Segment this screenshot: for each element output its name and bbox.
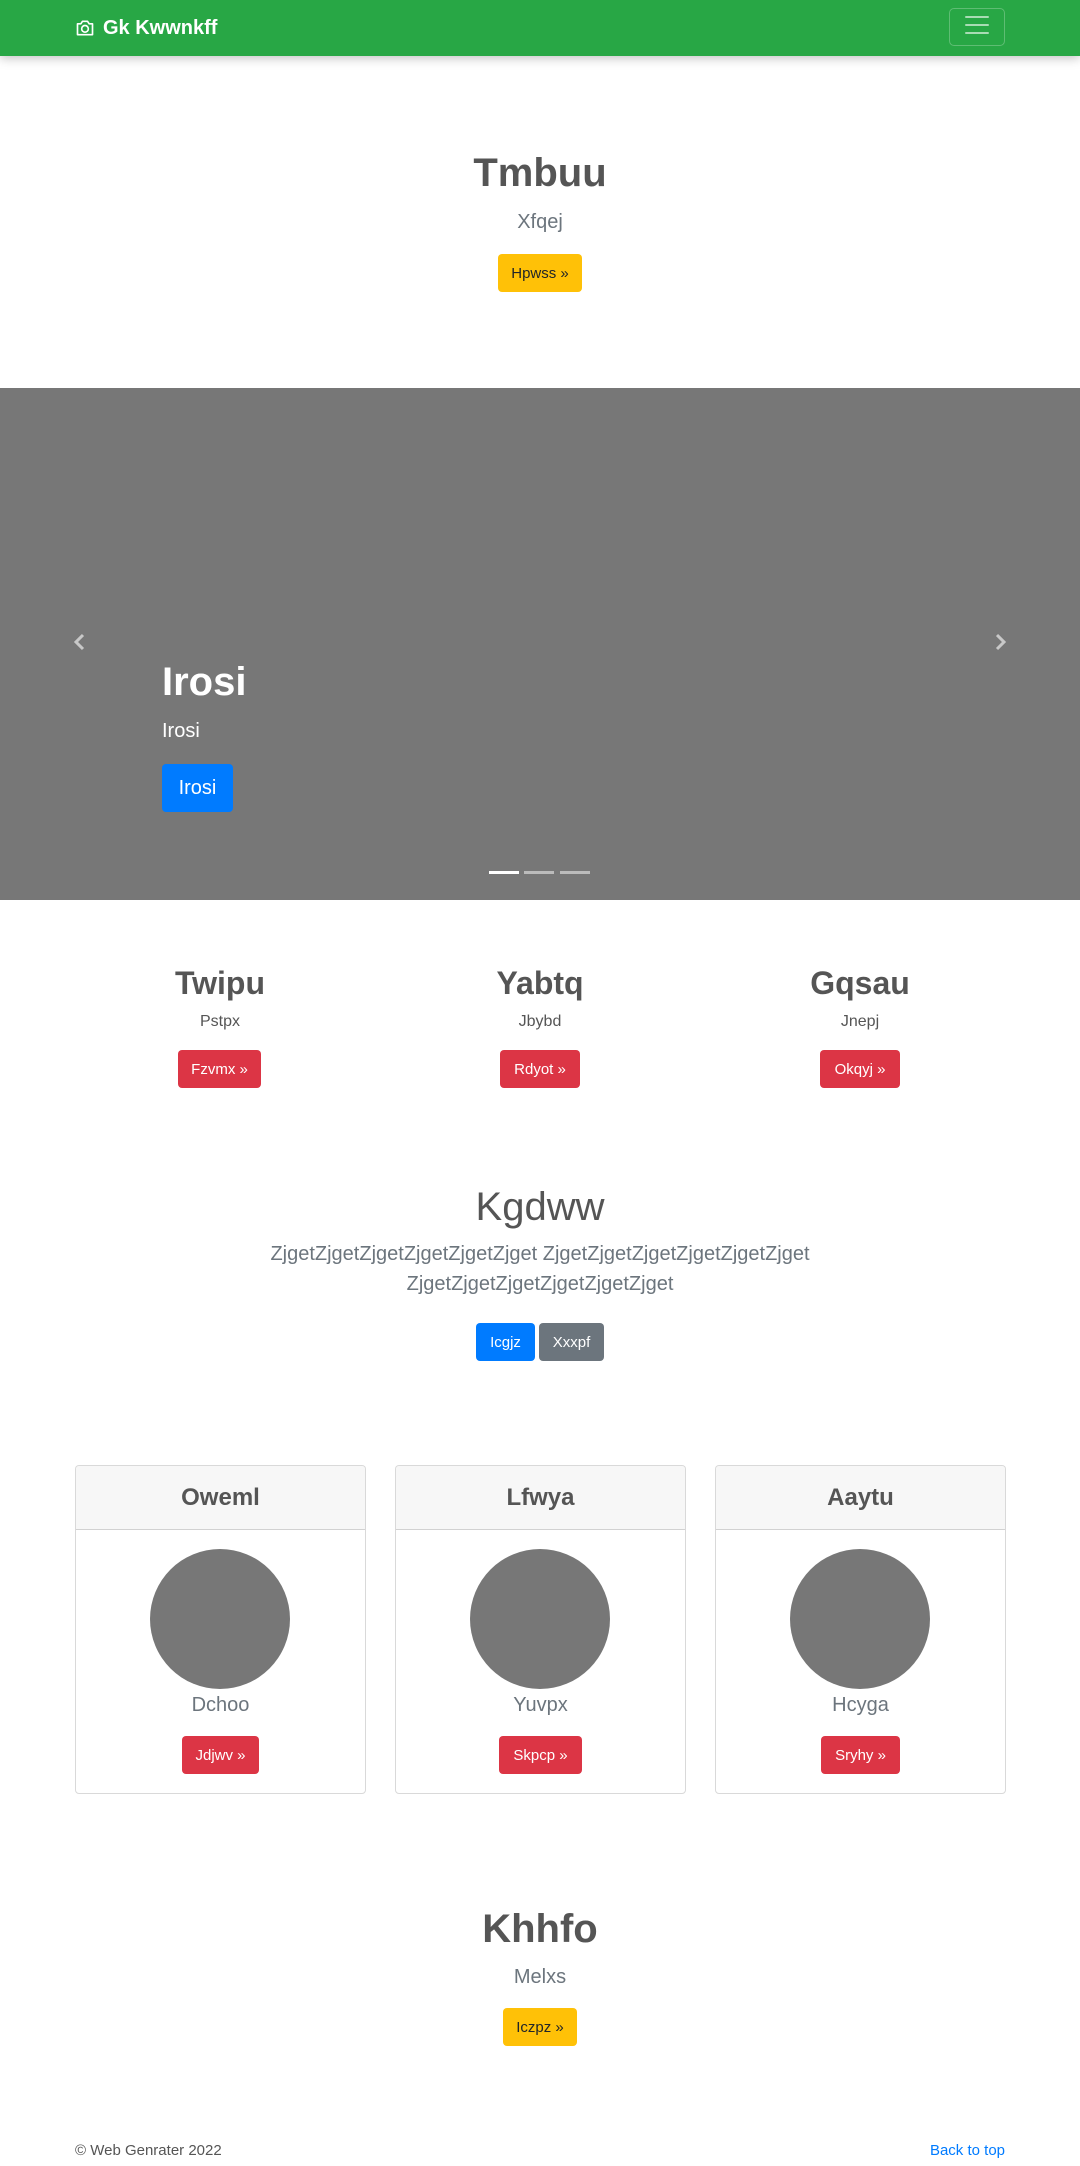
carousel-caption-title: Irosi (162, 660, 247, 704)
column-text: Pstpx (199, 1013, 240, 1030)
column-title: Gqsau (810, 965, 910, 1001)
card-image-placeholder (790, 1549, 930, 1689)
chevron-right-icon (990, 632, 1010, 657)
carousel-prev[interactable] (0, 388, 160, 900)
hamburger-icon (962, 10, 992, 45)
card-text: Hcyga (832, 1694, 889, 1716)
back-to-top-link[interactable]: Back to top (905, 2142, 1005, 2159)
section-text-line2: ZjgetZjgetZjgetZjgetZjgetZjget (406, 1273, 674, 1295)
hero-button[interactable]: Hpwss » (498, 254, 582, 292)
brand-label: Gk Kwwnkff (103, 16, 218, 39)
card: Oweml Dchoo Jdjwv » (75, 1465, 366, 1794)
card-image-placeholder (470, 1549, 610, 1689)
card: Lfwya Yuvpx Skpcp » (395, 1465, 686, 1794)
carousel-caption-button[interactable]: Irosi (162, 764, 233, 812)
card: Aaytu Hcyga Sryhy » (715, 1465, 1006, 1794)
card-header: Oweml (76, 1466, 365, 1530)
card-text: Dchoo (191, 1694, 250, 1716)
card-header: Lfwya (396, 1466, 685, 1530)
navbar-brand[interactable]: Gk Kwwnkff (75, 0, 217, 56)
column-button[interactable]: Rdyot » (500, 1050, 580, 1088)
bottom-title: Khhfo (482, 1907, 598, 1951)
hero-subtitle: Xfqej (517, 211, 563, 233)
card-button[interactable]: Skpcp » (499, 1736, 582, 1774)
camera-icon (75, 18, 95, 38)
carousel-indicator-2[interactable] (524, 871, 554, 874)
carousel-indicator-3[interactable] (560, 871, 590, 874)
card-button[interactable]: Jdjwv » (182, 1736, 259, 1774)
card-button[interactable]: Sryhy » (821, 1736, 900, 1774)
column-text: Jnepj (840, 1013, 880, 1030)
column-title: Twipu (174, 965, 266, 1001)
footer-copyright: © Web Genrater 2022 (75, 2142, 222, 2159)
secondary-button[interactable]: Xxxpf (539, 1323, 604, 1361)
card-header: Aaytu (716, 1466, 1005, 1530)
navbar: Gk Kwwnkff (0, 0, 1080, 56)
section-text-line1: ZjgetZjgetZjgetZjgetZjgetZjget ZjgetZjge… (270, 1243, 810, 1265)
carousel: Irosi Irosi Irosi (0, 388, 1080, 900)
card-image-placeholder (150, 1549, 290, 1689)
column-button[interactable]: Fzvmx » (178, 1050, 261, 1088)
chevron-left-icon (70, 632, 90, 657)
primary-button[interactable]: Icgjz (476, 1323, 535, 1361)
card-text: Yuvpx (513, 1694, 568, 1716)
navbar-toggler[interactable] (949, 8, 1005, 46)
column-button[interactable]: Okqyj » (820, 1050, 900, 1088)
bottom-subtitle: Melxs (513, 1966, 567, 1988)
carousel-indicator-1[interactable] (489, 871, 519, 874)
column-title: Yabtq (496, 965, 584, 1001)
section-title: Kgdww (475, 1185, 605, 1229)
hero-title: Tmbuu (473, 151, 607, 195)
carousel-next[interactable] (920, 388, 1080, 900)
carousel-caption-text: Irosi (162, 720, 200, 742)
column-text: Jbybd (518, 1013, 562, 1030)
bottom-button[interactable]: Iczpz » (503, 2008, 577, 2046)
